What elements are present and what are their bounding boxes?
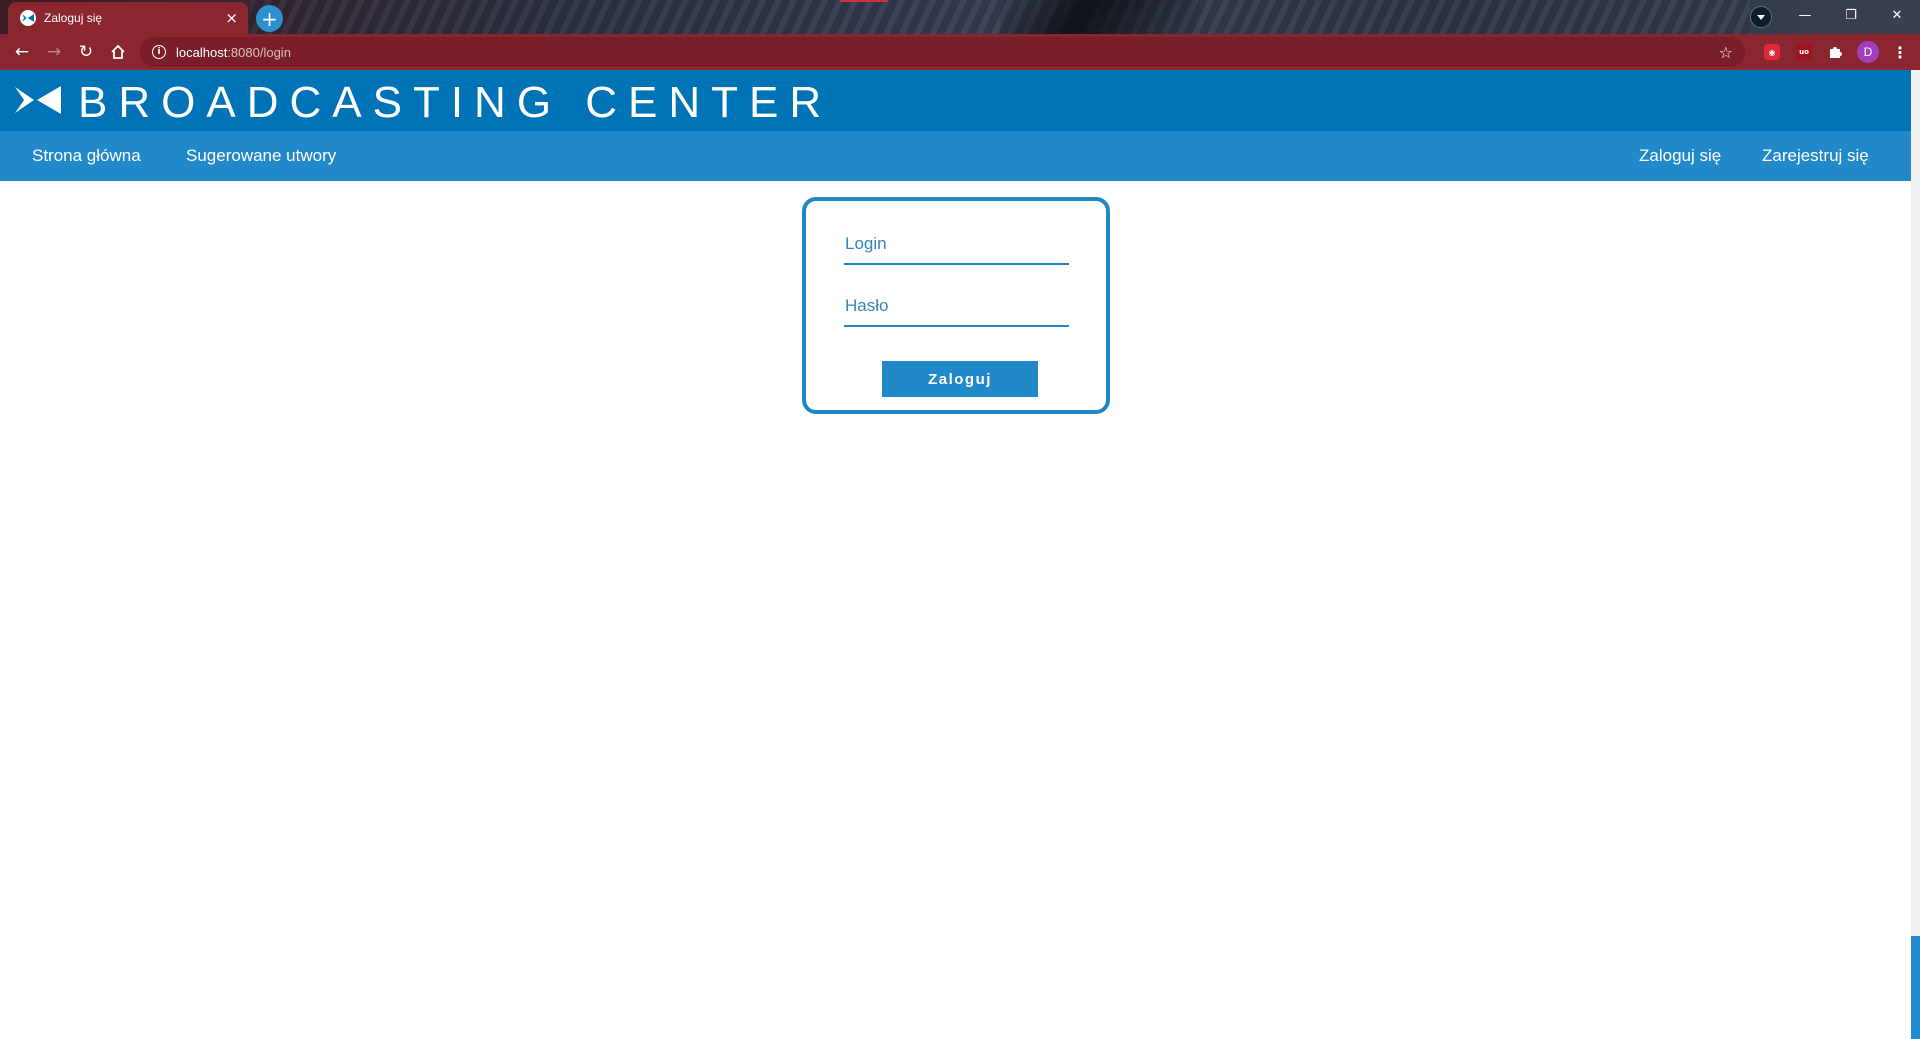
extension-red-button[interactable]: ◉ — [1756, 34, 1788, 70]
arrow-right-icon: → — [46, 42, 62, 62]
puzzle-icon — [1830, 47, 1842, 58]
password-field — [844, 287, 1069, 327]
tab-title: Zaloguj się — [44, 11, 103, 25]
new-tab-button[interactable]: + — [256, 5, 283, 32]
window-controls: — ❐ ✕ — [1782, 0, 1920, 30]
profile-button[interactable]: D — [1852, 34, 1884, 70]
login-button[interactable]: Zaloguj — [882, 361, 1038, 397]
profile-avatar: D — [1857, 41, 1879, 63]
forward-button[interactable]: → — [38, 36, 70, 68]
site-title[interactable]: BROADCASTING CENTER — [78, 78, 832, 128]
bowtie-logo-icon[interactable] — [15, 83, 61, 117]
nav-link-suggested-tracks[interactable]: Sugerowane utwory — [186, 131, 336, 181]
page-scrollbar[interactable] — [1911, 70, 1920, 1039]
reload-icon: ↻ — [78, 42, 94, 62]
tabstrip-accent-mark — [840, 0, 888, 2]
nav-link-register[interactable]: Zarejestruj się — [1762, 131, 1869, 181]
bookmark-star-icon[interactable]: ☆ — [1719, 43, 1733, 62]
nav-link-home[interactable]: Strona główna — [32, 131, 141, 181]
chevron-down-icon — [1757, 15, 1765, 20]
tab-favicon-icon — [20, 10, 36, 26]
ublock-icon: uo — [1796, 44, 1812, 60]
page-viewport: BROADCASTING CENTER Strona główna Sugero… — [0, 70, 1911, 1039]
login-field — [844, 225, 1069, 265]
minimize-button[interactable]: — — [1782, 0, 1828, 30]
address-url: localhost:8080/login — [176, 45, 291, 60]
tabstrip-background-shape — [1000, 0, 1200, 34]
browser-tabstrip: Zaloguj się × + — ❐ ✕ — [0, 0, 1920, 34]
reload-button[interactable]: ↻ — [70, 36, 102, 68]
browser-tab-active[interactable]: Zaloguj się × — [8, 2, 248, 34]
site-info-icon[interactable]: i — [152, 45, 166, 59]
home-button[interactable] — [102, 36, 134, 68]
site-navigation: Strona główna Sugerowane utwory Zaloguj … — [0, 131, 1911, 181]
home-icon — [111, 44, 125, 59]
extension-red-icon: ◉ — [1764, 44, 1780, 60]
scrollbar-thumb[interactable] — [1911, 936, 1920, 1039]
browser-menu-button[interactable]: ⋮ — [1884, 34, 1916, 70]
extensions-button[interactable] — [1820, 34, 1852, 70]
login-form: Zaloguj — [802, 197, 1110, 414]
browser-toolbar: ← → ↻ i localhost:8080/login ☆ ◉ uo D ⋮ — [0, 34, 1920, 70]
url-path: :8080/login — [227, 44, 291, 60]
address-bar[interactable]: i localhost:8080/login ☆ — [140, 37, 1745, 67]
restore-button[interactable]: ❐ — [1828, 0, 1874, 30]
login-input[interactable] — [844, 225, 1069, 263]
arrow-left-icon: ← — [14, 42, 30, 62]
tab-close-icon[interactable]: × — [225, 10, 238, 26]
nav-link-login[interactable]: Zaloguj się — [1639, 131, 1721, 181]
url-host: localhost — [176, 44, 228, 60]
password-input[interactable] — [844, 287, 1069, 325]
extensions-area: ◉ uo D ⋮ — [1756, 34, 1920, 70]
close-window-button[interactable]: ✕ — [1874, 0, 1920, 30]
back-button[interactable]: ← — [6, 36, 38, 68]
kebab-menu-icon: ⋮ — [1892, 42, 1908, 62]
site-header: BROADCASTING CENTER — [0, 70, 1911, 131]
tab-search-button[interactable] — [1750, 6, 1772, 28]
ublock-button[interactable]: uo — [1788, 34, 1820, 70]
